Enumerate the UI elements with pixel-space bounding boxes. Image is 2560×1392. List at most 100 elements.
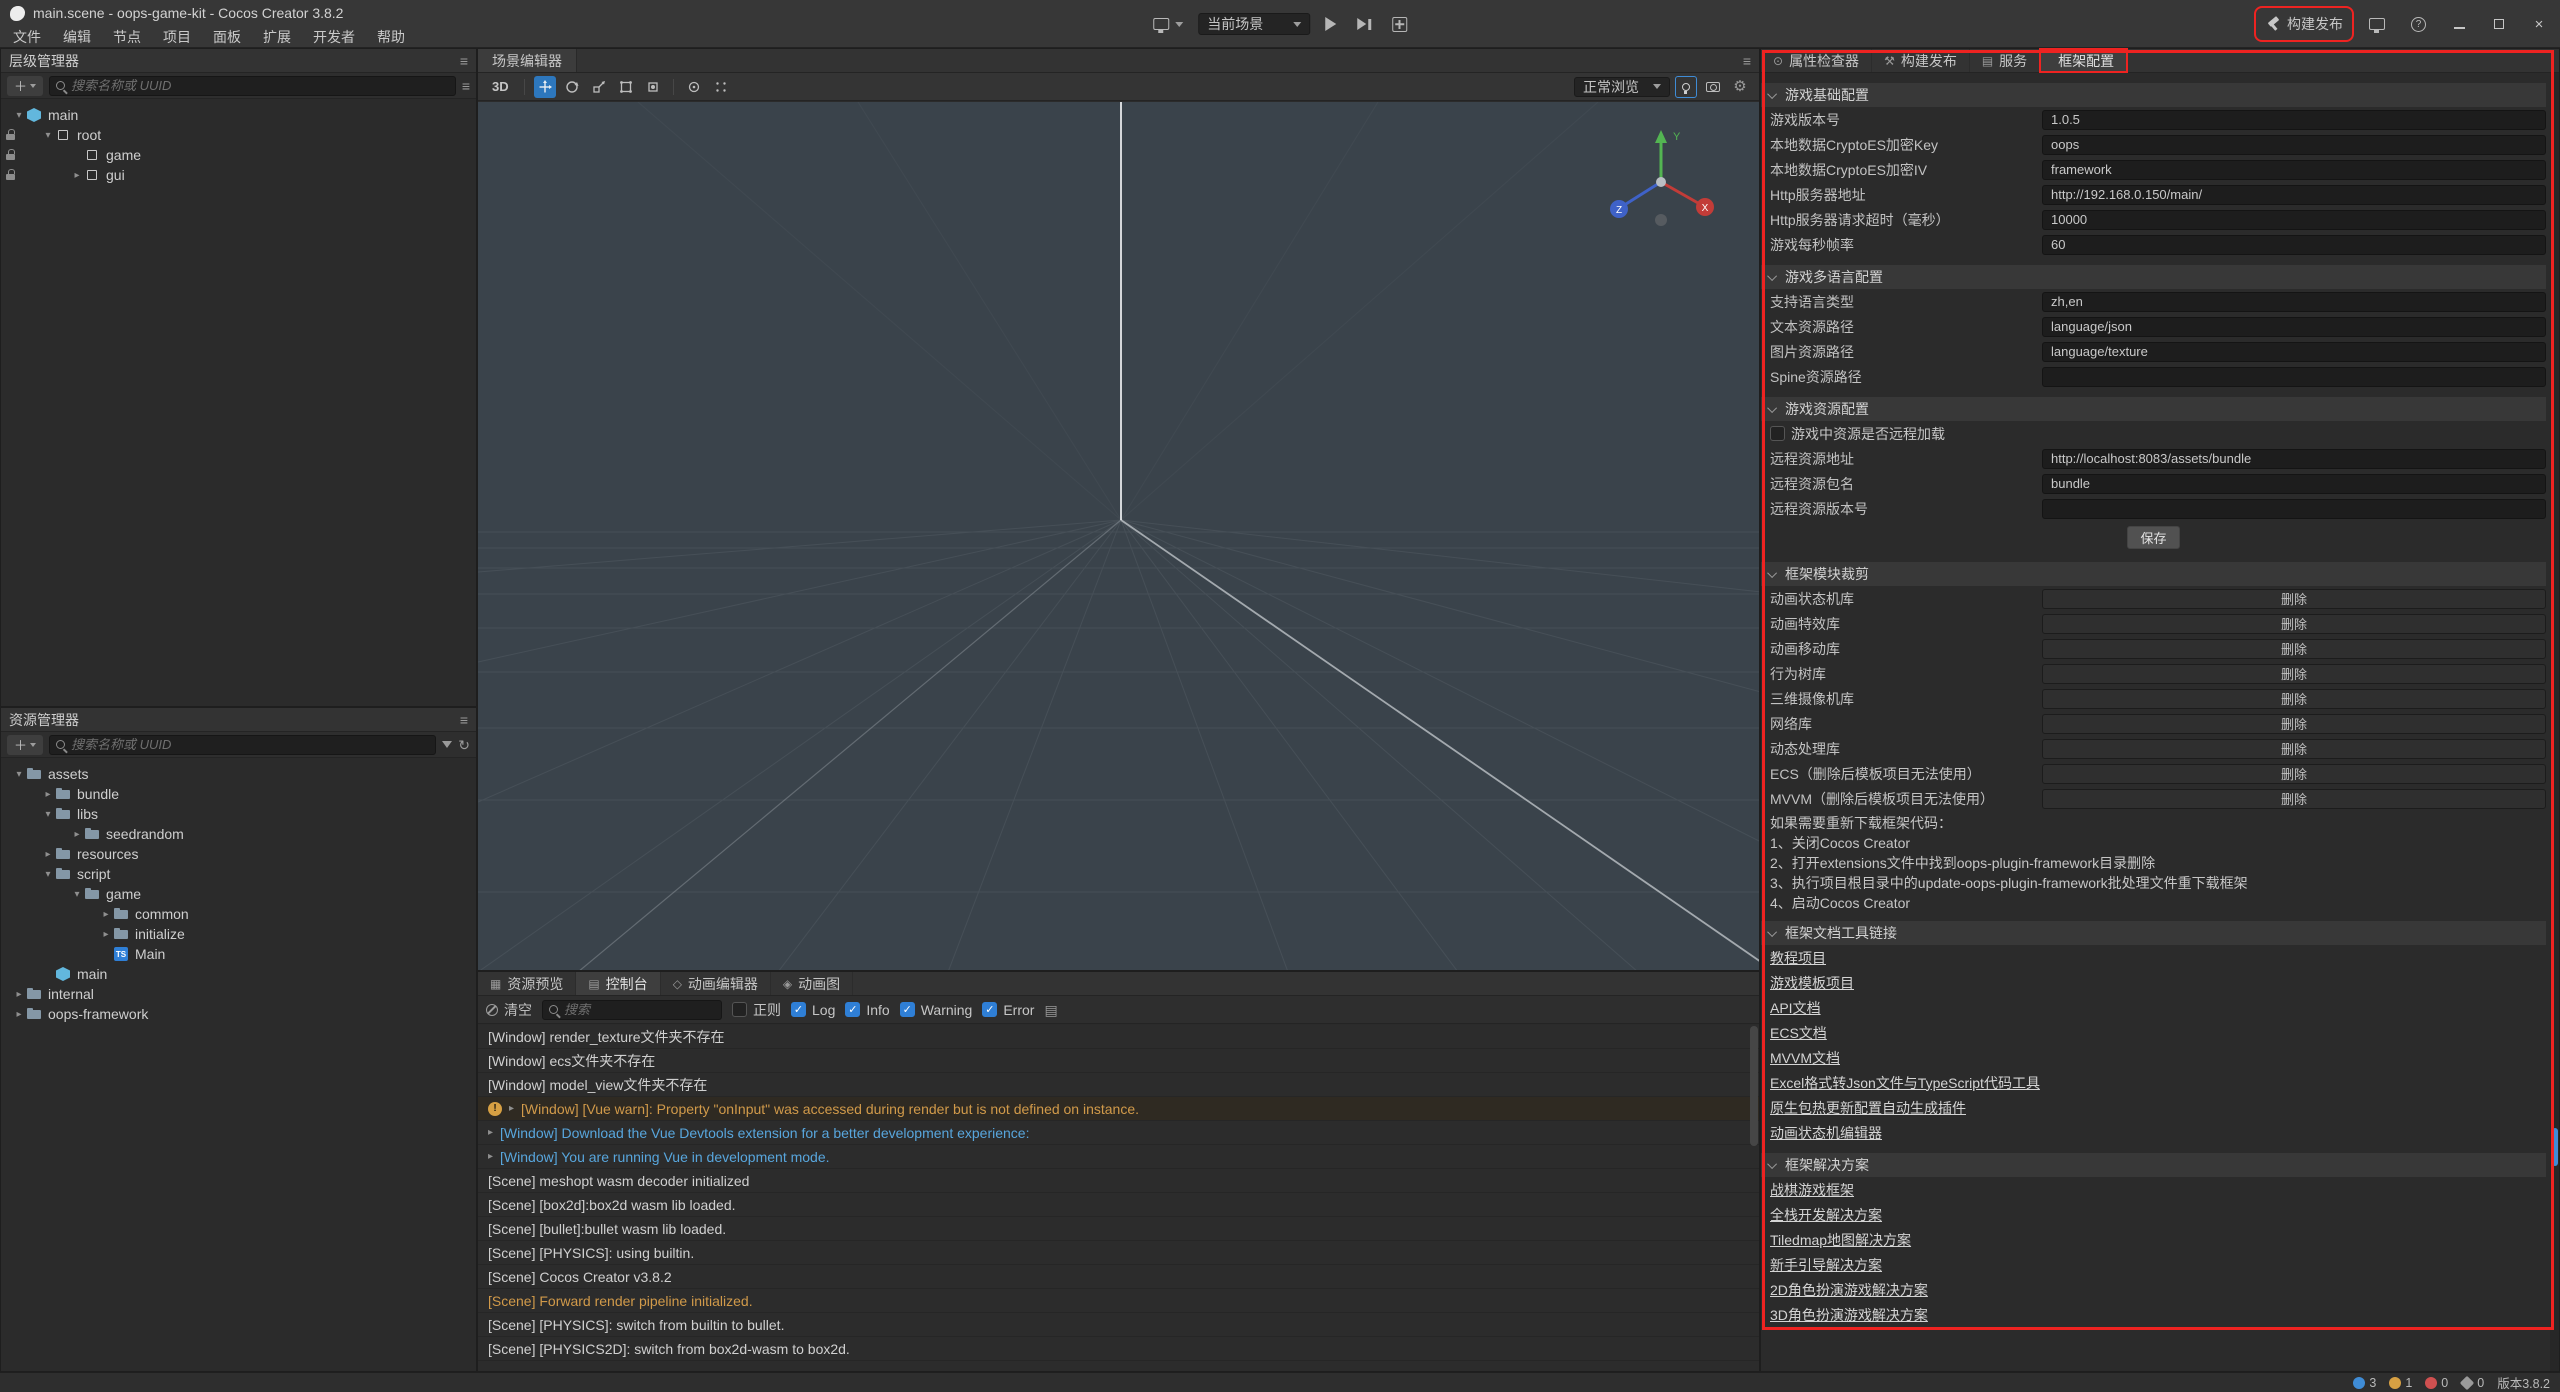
expand-arrow-icon[interactable]: ▸ bbox=[41, 789, 55, 800]
delete-module-button[interactable]: 删除 bbox=[2042, 764, 2546, 784]
hierarchy-search-input[interactable] bbox=[71, 78, 449, 93]
dimension-toggle-button[interactable]: 3D bbox=[486, 76, 515, 97]
field-input[interactable] bbox=[2042, 135, 2546, 155]
doc-link[interactable]: 游戏模板项目 bbox=[1770, 973, 1854, 993]
expand-arrow-icon[interactable]: ▾ bbox=[70, 889, 84, 900]
status-badge[interactable]: 0 bbox=[2425, 1376, 2448, 1390]
snap-toggle-button[interactable] bbox=[710, 76, 732, 98]
step-button[interactable] bbox=[1351, 15, 1377, 33]
regex-checkbox[interactable]: ✓ 正则 bbox=[732, 1000, 781, 1020]
inspector-tab[interactable]: ▤ 服务 bbox=[1970, 49, 2040, 72]
console-clear-button[interactable]: 清空 bbox=[486, 1000, 532, 1020]
preview-device-button[interactable] bbox=[2363, 15, 2391, 33]
delete-module-button[interactable]: 删除 bbox=[2042, 589, 2546, 609]
delete-module-button[interactable]: 删除 bbox=[2042, 689, 2546, 709]
window-minimize-button[interactable] bbox=[2446, 13, 2472, 35]
console-log-row[interactable]: ! ▸ [Scene] [box2d]:box2d wasm lib loade… bbox=[478, 1193, 1759, 1217]
solution-link[interactable]: 2D角色扮演游戏解决方案 bbox=[1770, 1280, 1928, 1300]
scene-viewport[interactable]: X Z Y bbox=[478, 102, 1759, 970]
console-log-row[interactable]: ! ▸ [Window] You are running Vue in deve… bbox=[478, 1145, 1759, 1169]
console-log-row[interactable]: ! ▸ [Window] render_texture文件夹不存在 bbox=[478, 1025, 1759, 1049]
save-button[interactable]: 保存 bbox=[2127, 526, 2179, 549]
axis-gizmo[interactable]: X Z Y bbox=[1601, 124, 1723, 230]
expand-arrow-icon[interactable]: ▸ bbox=[12, 989, 26, 1000]
section-header-docs[interactable]: 框架文档工具链接 bbox=[1761, 921, 2546, 945]
menu-item[interactable]: 扩展 bbox=[252, 26, 302, 48]
inspector-tab[interactable]: 框架配置 bbox=[2040, 49, 2127, 72]
expand-arrow-icon[interactable]: ▸ bbox=[41, 849, 55, 860]
pivot-toggle-button[interactable] bbox=[683, 76, 705, 98]
play-button[interactable] bbox=[1319, 14, 1342, 34]
console-tab[interactable]: ▤ 控制台 bbox=[576, 972, 660, 995]
hierarchy-node[interactable]: ▾ main bbox=[1, 105, 476, 125]
menu-item[interactable]: 帮助 bbox=[366, 26, 416, 48]
doc-link[interactable]: ECS文档 bbox=[1770, 1023, 1827, 1043]
transform-gizmo-button[interactable] bbox=[642, 76, 664, 98]
remote-load-checkbox[interactable]: ✓ 游戏中资源是否远程加载 bbox=[1770, 424, 1945, 444]
tab-scene-editor[interactable]: 场景编辑器 bbox=[478, 49, 577, 72]
delete-module-button[interactable]: 删除 bbox=[2042, 664, 2546, 684]
asset-node[interactable]: ▸ internal bbox=[1, 984, 476, 1004]
expand-arrow-icon[interactable]: ▸ bbox=[488, 1127, 493, 1138]
menu-item[interactable]: 编辑 bbox=[52, 26, 102, 48]
section-header-resource[interactable]: 游戏资源配置 bbox=[1761, 397, 2546, 421]
doc-link[interactable]: 教程项目 bbox=[1770, 948, 1826, 968]
doc-link[interactable]: 原生包热更新配置自动生成插件 bbox=[1770, 1098, 1966, 1118]
menu-item[interactable]: 面板 bbox=[202, 26, 252, 48]
log-filter-checkbox[interactable]: ✓ Error bbox=[982, 1002, 1034, 1018]
field-input[interactable] bbox=[2042, 210, 2546, 230]
create-asset-button[interactable]: ＋ bbox=[7, 735, 43, 755]
rect-tool-button[interactable] bbox=[615, 76, 637, 98]
asset-node[interactable]: ▾ script bbox=[1, 864, 476, 884]
scale-tool-button[interactable] bbox=[588, 76, 610, 98]
expand-arrow-icon[interactable]: ▸ bbox=[99, 909, 113, 920]
asset-node[interactable]: ▸ initialize bbox=[1, 924, 476, 944]
field-input[interactable] bbox=[2042, 160, 2546, 180]
delete-module-button[interactable]: 删除 bbox=[2042, 789, 2546, 809]
expand-arrow-icon[interactable]: ▸ bbox=[509, 1103, 514, 1114]
asset-node[interactable]: ▸ bundle bbox=[1, 784, 476, 804]
console-log-row[interactable]: ! ▸ [Scene] [PHYSICS]: using builtin. bbox=[478, 1241, 1759, 1265]
doc-link[interactable]: MVVM文档 bbox=[1770, 1048, 1840, 1068]
inspector-tab[interactable]: ⊙ 属性检查器 bbox=[1761, 49, 1872, 72]
field-input[interactable] bbox=[2042, 342, 2546, 362]
refresh-icon[interactable]: ↻ bbox=[458, 738, 470, 752]
filter-icon[interactable] bbox=[442, 741, 452, 748]
field-input[interactable] bbox=[2042, 474, 2546, 494]
section-header-modules[interactable]: 框架模块裁剪 bbox=[1761, 562, 2546, 586]
doc-link[interactable]: Excel格式转Json文件与TypeScript代码工具 bbox=[1770, 1073, 2040, 1093]
console-log-row[interactable]: ! ▸ [Scene] Forward render pipeline init… bbox=[478, 1289, 1759, 1313]
solution-link[interactable]: 新手引导解决方案 bbox=[1770, 1255, 1882, 1275]
status-badge[interactable]: 0 bbox=[2461, 1376, 2484, 1390]
asset-node[interactable]: ▸ oops-framework bbox=[1, 1004, 476, 1024]
expand-arrow-icon[interactable]: ▸ bbox=[12, 1009, 26, 1020]
hierarchy-filter-icon[interactable]: ≡ bbox=[462, 79, 470, 93]
expand-arrow-icon[interactable]: ▾ bbox=[41, 130, 55, 141]
expand-arrow-icon[interactable]: ▾ bbox=[12, 769, 26, 780]
view-mode-select[interactable]: 正常浏览 bbox=[1574, 77, 1670, 97]
console-log-row[interactable]: ! ▸ [Window] Download the Vue Devtools e… bbox=[478, 1121, 1759, 1145]
field-input[interactable] bbox=[2042, 317, 2546, 337]
console-scrollbar-thumb[interactable] bbox=[1750, 1026, 1758, 1146]
console-log-row[interactable]: ! ▸ [Window] [Vue warn]: Property "onInp… bbox=[478, 1097, 1759, 1121]
console-tab[interactable]: ▦ 资源预览 bbox=[478, 972, 576, 995]
hierarchy-node[interactable]: game bbox=[1, 145, 476, 165]
console-search-input[interactable] bbox=[564, 1002, 715, 1017]
delete-module-button[interactable]: 删除 bbox=[2042, 614, 2546, 634]
console-log-row[interactable]: ! ▸ [Scene] [PHYSICS2D]: switch from box… bbox=[478, 1337, 1759, 1361]
console-log-row[interactable]: ! ▸ [Scene] [bullet]:bullet wasm lib loa… bbox=[478, 1217, 1759, 1241]
asset-node[interactable]: ▾ game bbox=[1, 884, 476, 904]
assets-search-input[interactable] bbox=[71, 737, 429, 752]
delete-module-button[interactable]: 删除 bbox=[2042, 639, 2546, 659]
doc-link[interactable]: 动画状态机编辑器 bbox=[1770, 1123, 1882, 1143]
asset-node[interactable]: Main bbox=[1, 944, 476, 964]
console-log-row[interactable]: ! ▸ [Scene] meshopt wasm decoder initial… bbox=[478, 1169, 1759, 1193]
field-input[interactable] bbox=[2042, 185, 2546, 205]
status-badge[interactable]: 3 bbox=[2353, 1376, 2376, 1390]
solution-link[interactable]: 3D角色扮演游戏解决方案 bbox=[1770, 1305, 1928, 1325]
log-filter-checkbox[interactable]: ✓ Warning bbox=[900, 1002, 973, 1018]
doc-link[interactable]: API文档 bbox=[1770, 998, 1821, 1018]
help-button[interactable]: ? bbox=[2405, 14, 2432, 35]
console-log-row[interactable]: ! ▸ [Scene] [PHYSICS]: switch from built… bbox=[478, 1313, 1759, 1337]
menu-item[interactable]: 开发者 bbox=[302, 26, 366, 48]
